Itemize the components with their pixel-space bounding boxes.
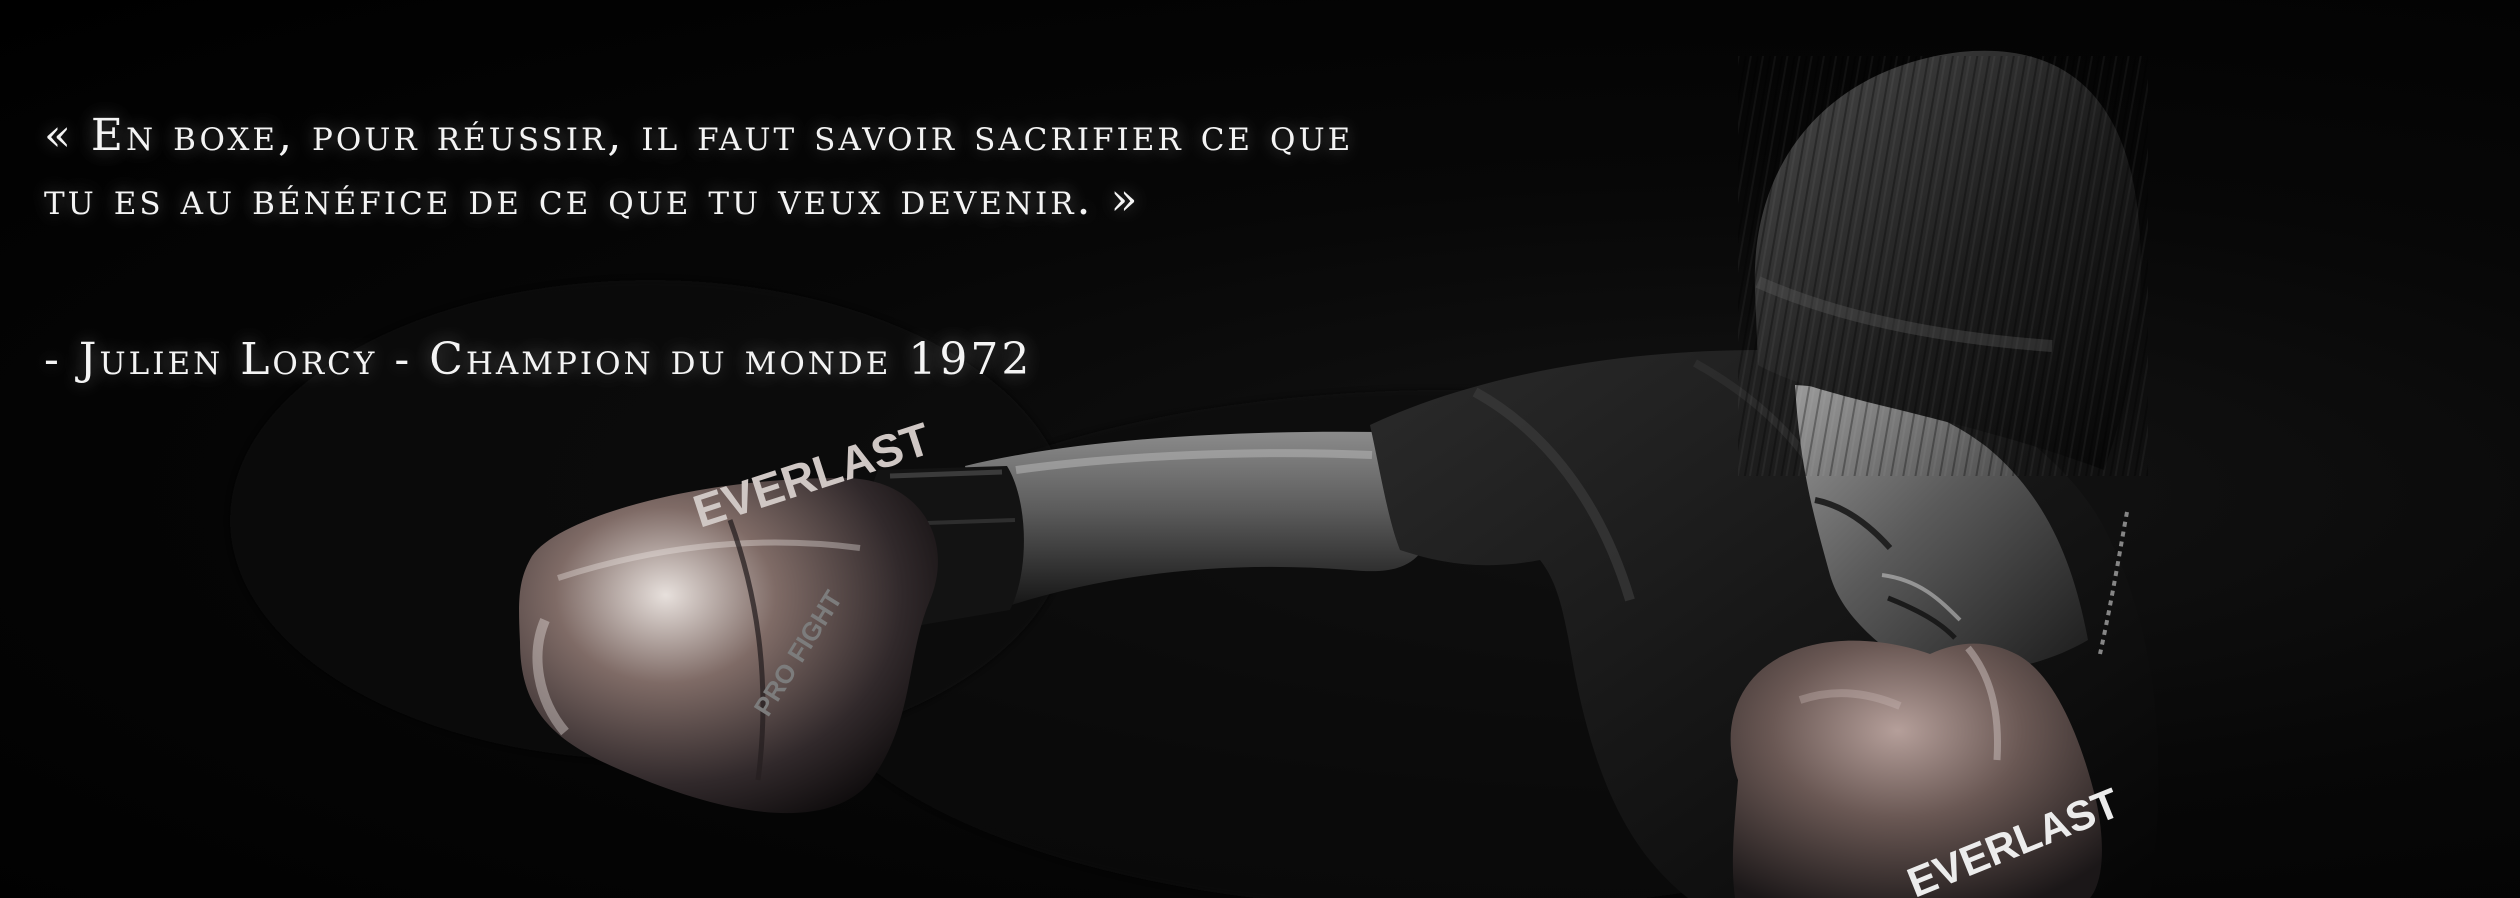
boxing-hero-banner: PRO FIGHT EVERLAST EVERLAST « En boxe, p… <box>0 0 2520 898</box>
quote-attribution: - Julien Lorcy - Champion du monde 1972 <box>44 334 1033 385</box>
quote-line-1: « En boxe, pour réussir, il faut savoir … <box>44 110 1354 161</box>
quote-line-2: tu es au bénéfice de ce que tu veux deve… <box>44 174 1141 225</box>
quote-block: « En boxe, pour réussir, il faut savoir … <box>44 104 1804 392</box>
